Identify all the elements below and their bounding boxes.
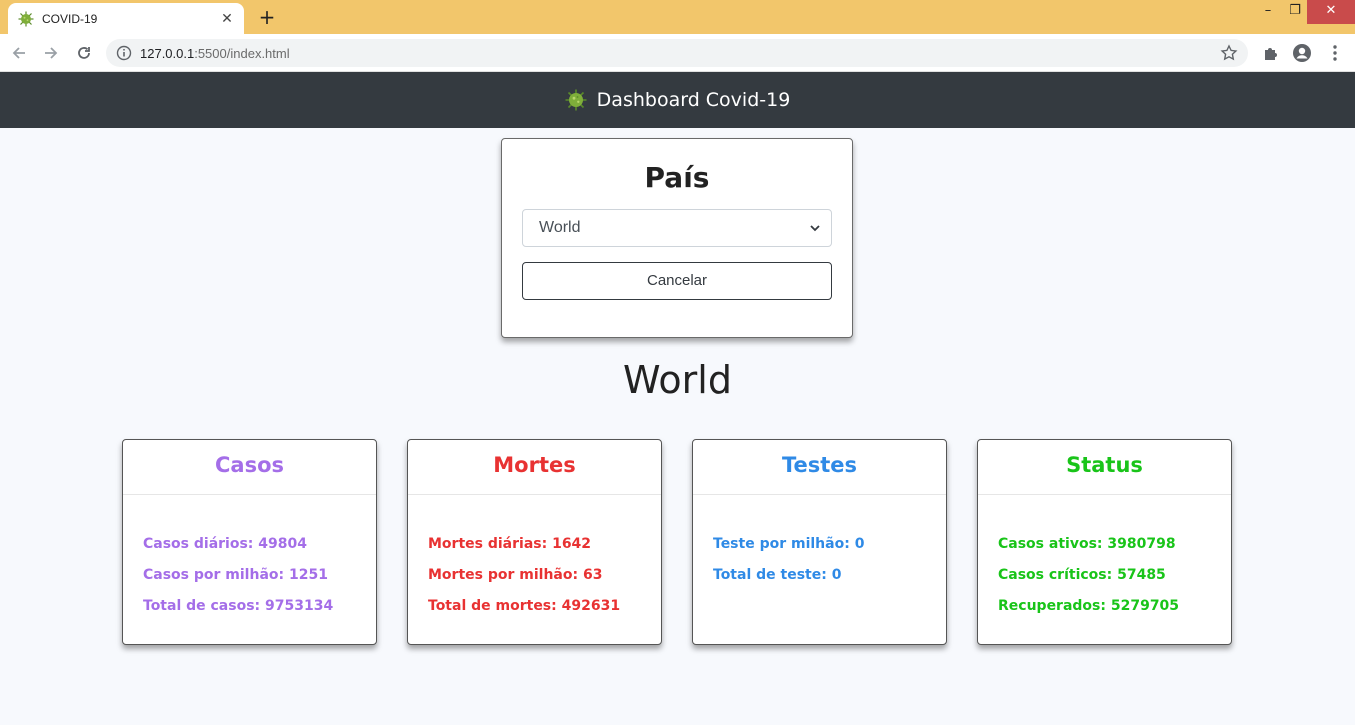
status-card: Status Casos ativos: 3980798 Casos críti… bbox=[977, 439, 1232, 645]
extensions-button[interactable] bbox=[1261, 43, 1281, 63]
browser-toolbar: 127.0.0.1:5500/index.html bbox=[0, 34, 1355, 72]
stat-row: Mortes por milhão: 63 bbox=[428, 567, 603, 583]
profile-button[interactable] bbox=[1292, 43, 1312, 63]
url-text[interactable]: 127.0.0.1:5500/index.html bbox=[140, 46, 1220, 61]
mortes-card: Mortes Mortes diárias: 1642 Mortes por m… bbox=[407, 439, 662, 645]
reload-button[interactable] bbox=[73, 42, 95, 64]
stat-row: Total de teste: 0 bbox=[713, 567, 842, 583]
card-title: Status bbox=[978, 440, 1231, 495]
address-bar[interactable]: 127.0.0.1:5500/index.html bbox=[106, 39, 1248, 67]
top-navbar: Dashboard Covid-19 bbox=[0, 72, 1355, 128]
browser-tab-strip: COVID-19 ✕ + – ❐ ✕ bbox=[0, 0, 1355, 34]
arrow-right-icon bbox=[45, 47, 58, 59]
card-title: Casos bbox=[123, 440, 376, 495]
stat-row: Teste por milhão: 0 bbox=[713, 536, 865, 552]
virus-icon bbox=[565, 89, 587, 111]
stat-row: Casos críticos: 57485 bbox=[998, 567, 1166, 583]
country-select-card: País World Cancelar bbox=[501, 138, 853, 338]
kebab-menu-icon bbox=[1333, 45, 1337, 61]
stat-row: Recuperados: 5279705 bbox=[998, 598, 1180, 614]
stat-row: Casos por milhão: 1251 bbox=[143, 567, 328, 583]
testes-card: Testes Teste por milhão: 0 Total de test… bbox=[692, 439, 947, 645]
tab-title: COVID-19 bbox=[42, 11, 98, 26]
cancel-button[interactable]: Cancelar bbox=[522, 262, 832, 300]
stat-row: Total de mortes: 492631 bbox=[428, 598, 621, 614]
back-button[interactable] bbox=[8, 42, 30, 64]
puzzle-icon bbox=[1265, 48, 1277, 60]
stat-row: Mortes diárias: 1642 bbox=[428, 536, 592, 552]
virus-icon bbox=[18, 11, 34, 26]
close-tab-icon[interactable]: ✕ bbox=[218, 11, 236, 27]
card-title: Mortes bbox=[408, 440, 661, 495]
stat-row: Casos ativos: 3980798 bbox=[998, 536, 1176, 552]
profile-icon bbox=[1293, 44, 1311, 62]
navbar-brand[interactable]: Dashboard Covid-19 bbox=[597, 89, 791, 111]
card-title: Testes bbox=[693, 440, 946, 495]
chevron-down-icon bbox=[810, 225, 820, 232]
window-close-button[interactable]: ✕ bbox=[1307, 0, 1355, 24]
browser-menu-button[interactable] bbox=[1325, 43, 1345, 63]
reload-icon bbox=[78, 47, 90, 59]
casos-card: Casos Casos diários: 49804 Casos por mil… bbox=[122, 439, 377, 645]
country-select[interactable]: World bbox=[522, 209, 832, 247]
stat-row: Total de casos: 9753134 bbox=[143, 598, 334, 614]
star-icon[interactable] bbox=[1220, 44, 1238, 62]
minimize-button[interactable]: – bbox=[1253, 0, 1283, 24]
browser-tab[interactable]: COVID-19 ✕ bbox=[8, 3, 244, 34]
arrow-left-icon bbox=[12, 47, 25, 59]
forward-button[interactable] bbox=[40, 42, 62, 64]
country-card-title: País bbox=[644, 161, 710, 194]
country-select-value: World bbox=[539, 219, 581, 236]
restore-button[interactable]: ❐ bbox=[1280, 0, 1310, 24]
new-tab-button[interactable]: + bbox=[256, 6, 278, 28]
info-icon[interactable] bbox=[116, 45, 132, 61]
stat-row: Casos diários: 49804 bbox=[143, 536, 307, 552]
country-heading: World bbox=[623, 358, 732, 402]
